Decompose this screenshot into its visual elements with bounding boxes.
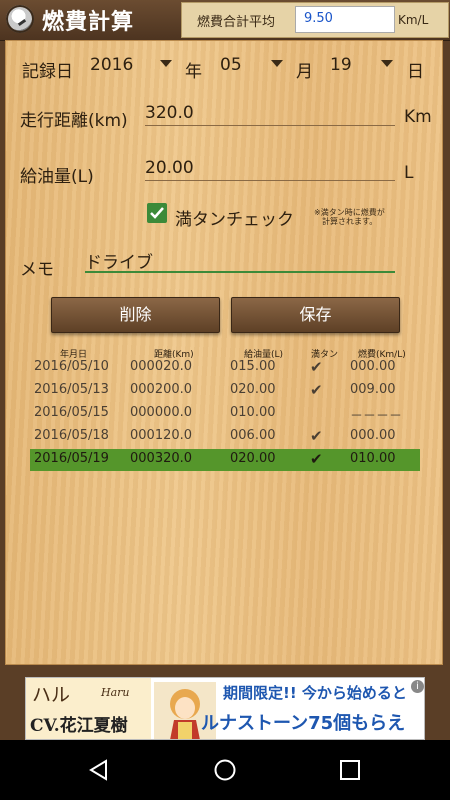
cell-mileage: 010.00 — [350, 451, 396, 466]
full-tank-check-icon: ✔ — [310, 381, 323, 399]
full-tank-check-icon: ✔ — [310, 358, 323, 376]
year-unit: 年 — [185, 62, 202, 82]
cell-fuel: 015.00 — [230, 359, 276, 374]
table-row[interactable]: 2016/05/13 000200.0 020.00 ✔ 009.00 — [0, 381, 450, 403]
ad-character-name: ハル — [32, 684, 71, 706]
ad-banner[interactable]: ハル Haru CV.花江夏樹 期間限定!! 今から始めると ルナストーン75個… — [25, 677, 425, 740]
cell-fuel: 020.00 — [230, 451, 276, 466]
speedometer-icon — [6, 5, 34, 33]
fuel-underline — [145, 180, 395, 181]
memo-label: メモ — [20, 260, 54, 280]
day-unit: 日 — [407, 62, 424, 82]
ad-info-icon[interactable]: i — [411, 680, 424, 693]
cell-mileage: 009.00 — [350, 382, 396, 397]
table-row[interactable]: 2016/05/15 000000.0 010.00 －－－－ — [0, 404, 450, 426]
ad-voice-actor: CV.花江夏樹 — [30, 716, 128, 736]
cell-date: 2016/05/18 — [34, 428, 109, 443]
ad-headline: 期間限定!! 今から始めると — [223, 684, 407, 702]
save-button[interactable]: 保存 — [231, 297, 400, 333]
full-tank-note: ※満タン時に燃費が 計算されます。 — [314, 208, 385, 226]
average-unit: Km/L — [398, 13, 429, 27]
cell-distance: 000020.0 — [130, 359, 193, 374]
cell-distance: 000120.0 — [130, 428, 193, 443]
home-icon[interactable] — [213, 758, 237, 782]
fuel-input[interactable]: 20.00 — [145, 158, 395, 180]
cell-date: 2016/05/15 — [34, 405, 109, 420]
cell-distance: 000320.0 — [130, 451, 193, 466]
distance-unit: Km — [404, 107, 432, 127]
cell-date: 2016/05/10 — [34, 359, 109, 374]
distance-input[interactable]: 320.0 — [145, 103, 395, 125]
average-value-field: 9.50 — [295, 6, 395, 33]
memo-input[interactable]: ドライブ — [85, 248, 395, 273]
average-label: 燃費合計平均 — [197, 15, 276, 30]
fuel-label: 給油量(L) — [20, 167, 94, 187]
cell-date: 2016/05/13 — [34, 382, 109, 397]
full-tank-checkbox[interactable] — [147, 203, 167, 223]
day-select[interactable]: 19 — [330, 55, 352, 75]
table-row[interactable]: 2016/05/18 000120.0 006.00 ✔ 000.00 — [0, 427, 450, 449]
cell-fuel: 020.00 — [230, 382, 276, 397]
full-tank-note-line2: 計算されます。 — [322, 217, 378, 226]
cell-distance: 000200.0 — [130, 382, 193, 397]
table-row[interactable]: 2016/05/10 000020.0 015.00 ✔ 000.00 — [0, 358, 450, 380]
table-row-selected[interactable]: 2016/05/19 000320.0 020.00 ✔ 010.00 — [0, 450, 450, 472]
cell-distance: 000000.0 — [130, 405, 193, 420]
system-nav-bar — [0, 740, 450, 800]
month-dropdown-icon[interactable] — [271, 60, 283, 67]
back-icon[interactable] — [88, 759, 110, 781]
cell-fuel: 010.00 — [230, 405, 276, 420]
memo-underline — [85, 271, 395, 273]
cell-date: 2016/05/19 — [34, 451, 109, 466]
fuel-unit: L — [404, 163, 414, 183]
full-tank-check-icon: ✔ — [310, 450, 323, 468]
year-select[interactable]: 2016 — [90, 55, 133, 75]
distance-label: 走行距離(km) — [20, 111, 128, 131]
full-tank-note-line1: ※満タン時に燃費が — [314, 208, 385, 217]
ad-subheadline: ルナストーン75個もらえる! — [201, 713, 406, 734]
full-tank-label[interactable]: 満タンチェック — [175, 205, 294, 230]
cell-fuel: 006.00 — [230, 428, 276, 443]
checkmark-icon — [150, 207, 164, 219]
date-label: 記録日 — [22, 62, 73, 82]
cell-mileage: －－－－ — [350, 409, 403, 424]
month-unit: 月 — [296, 62, 313, 82]
distance-underline — [145, 125, 395, 126]
year-dropdown-icon[interactable] — [160, 60, 172, 67]
full-tank-check-icon: ✔ — [310, 427, 323, 445]
app-title: 燃費計算 — [42, 10, 135, 35]
cell-mileage: 000.00 — [350, 359, 396, 374]
delete-button[interactable]: 削除 — [51, 297, 220, 333]
recents-icon[interactable] — [339, 759, 361, 781]
ad-character-name-roman: Haru — [101, 686, 130, 699]
day-dropdown-icon[interactable] — [381, 60, 393, 67]
cell-mileage: 000.00 — [350, 428, 396, 443]
month-select[interactable]: 05 — [220, 55, 242, 75]
